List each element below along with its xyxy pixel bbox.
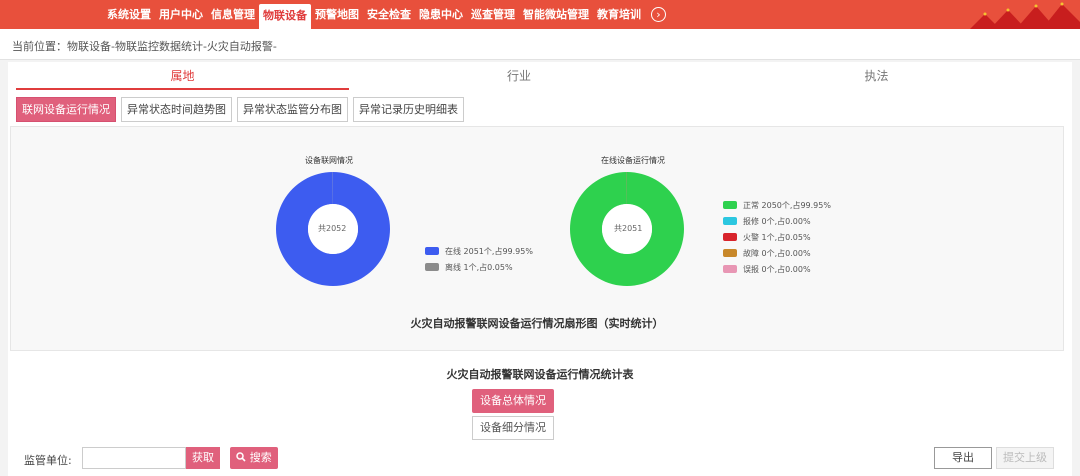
- nav-item-0[interactable]: 系统设置: [103, 4, 155, 26]
- chart-main-title: 火灾自动报警联网设备运行情况扇形图（实时统计）: [410, 317, 664, 330]
- search-icon: [236, 452, 246, 462]
- chart2-legend-item[interactable]: 误报 0个,占0.00%: [723, 261, 831, 277]
- legend-swatch: [425, 263, 439, 271]
- legend-swatch: [723, 233, 737, 241]
- nav-item-3[interactable]: 物联设备: [259, 4, 311, 29]
- nav-item-9[interactable]: 教育培训: [593, 4, 645, 26]
- export-button[interactable]: 导出: [934, 447, 992, 469]
- chart2-legend-item[interactable]: 报修 0个,占0.00%: [723, 213, 831, 229]
- search-button-label: 搜索: [249, 451, 272, 464]
- nav-item-1[interactable]: 用户中心: [155, 4, 207, 26]
- breadcrumb: 当前位置：物联设备-物联监控数据统计-火灾自动报警-: [12, 40, 277, 53]
- supervision-unit-input[interactable]: [82, 447, 186, 469]
- supervision-unit-label: 监管单位:: [24, 454, 72, 467]
- chart2-center-label: 共2051: [614, 224, 643, 233]
- chart1-legend-item[interactable]: 离线 1个,占0.05%: [425, 259, 533, 275]
- subtab-time-trend[interactable]: 异常状态时间趋势图: [121, 97, 232, 122]
- main-nav: 系统设置 用户中心 信息管理 物联设备 预警地图 安全检查 隐患中心 巡查管理 智能微站管理 教育…: [103, 0, 666, 29]
- subtab-history-detail[interactable]: 异常记录历史明细表: [353, 97, 464, 122]
- nav-item-4[interactable]: 预警地图: [311, 4, 363, 26]
- legend-swatch: [723, 249, 737, 257]
- legend-label: 正常 2050个,占99.95%: [743, 200, 831, 210]
- top-nav-bar: 系统设置 用户中心 信息管理 物联设备 预警地图 安全检查 隐患中心 巡查管理 智能微站管理 教育…: [0, 0, 1080, 29]
- fetch-button[interactable]: 获取: [186, 447, 220, 469]
- subtab-bar: 联网设备运行情况 异常状态时间趋势图 异常状态监管分布图 异常记录历史明细表: [16, 97, 464, 122]
- tab-industry[interactable]: 行业: [349, 62, 689, 90]
- legend-label: 报修 0个,占0.00%: [743, 216, 811, 226]
- nav-item-2[interactable]: 信息管理: [207, 4, 259, 26]
- subtab-device-status[interactable]: 联网设备运行情况: [16, 97, 116, 122]
- tab-territory[interactable]: 属地: [16, 62, 349, 90]
- nav-item-8[interactable]: 智能微站管理: [519, 4, 593, 26]
- chart1-title: 设备联网情况: [305, 156, 353, 165]
- tab-enforcement[interactable]: 执法: [689, 62, 1064, 90]
- chart1-legend: 在线 2051个,占99.95% 离线 1个,占0.05%: [425, 243, 533, 275]
- nav-item-5[interactable]: 安全检查: [363, 4, 415, 26]
- subtab-distribution[interactable]: 异常状态监管分布图: [237, 97, 348, 122]
- chart1-legend-item[interactable]: 在线 2051个,占99.95%: [425, 243, 533, 259]
- legend-label: 火警 1个,占0.05%: [743, 232, 811, 242]
- chart2-legend-item[interactable]: 正常 2050个,占99.95%: [723, 197, 831, 213]
- legend-swatch: [723, 217, 737, 225]
- legend-label: 在线 2051个,占99.95%: [445, 246, 533, 256]
- search-button[interactable]: 搜索: [230, 447, 278, 469]
- breadcrumb-bar: 当前位置：物联设备-物联监控数据统计-火灾自动报警-: [0, 29, 1080, 60]
- legend-swatch: [425, 247, 439, 255]
- chart1-center-label: 共2052: [318, 224, 347, 233]
- submit-upper-button[interactable]: 提交上级: [996, 447, 1054, 469]
- content-panel: 属地 行业 执法 联网设备运行情况 异常状态时间趋势图 异常状态监管分布图 异常…: [8, 62, 1072, 476]
- chart2-legend: 正常 2050个,占99.95% 报修 0个,占0.00% 火警 1个,占0.05%…: [723, 197, 831, 277]
- table-title: 火灾自动报警联网设备运行情况统计表: [446, 368, 634, 381]
- tab-bar: 属地 行业 执法: [16, 62, 1064, 90]
- legend-label: 误报 0个,占0.00%: [743, 264, 811, 274]
- chevron-right-circle-icon[interactable]: ›: [651, 7, 666, 22]
- legend-swatch: [723, 265, 737, 273]
- legend-swatch: [723, 201, 737, 209]
- chart2-legend-item[interactable]: 火警 1个,占0.05%: [723, 229, 831, 245]
- nav-item-6[interactable]: 隐患中心: [415, 4, 467, 26]
- nav-item-7[interactable]: 巡查管理: [467, 4, 519, 26]
- detail-status-button[interactable]: 设备细分情况: [472, 416, 554, 440]
- overall-status-button[interactable]: 设备总体情况: [472, 389, 554, 413]
- legend-label: 故障 0个,占0.00%: [743, 248, 811, 258]
- chart-area: 设备联网情况 共2052 在线 2051个,占99.95% 离线 1个,占0.05…: [10, 126, 1064, 351]
- chart2-legend-item[interactable]: 故障 0个,占0.00%: [723, 245, 831, 261]
- chart2-title: 在线设备运行情况: [601, 156, 665, 165]
- legend-label: 离线 1个,占0.05%: [445, 262, 513, 272]
- decoration-banner: [970, 2, 1080, 29]
